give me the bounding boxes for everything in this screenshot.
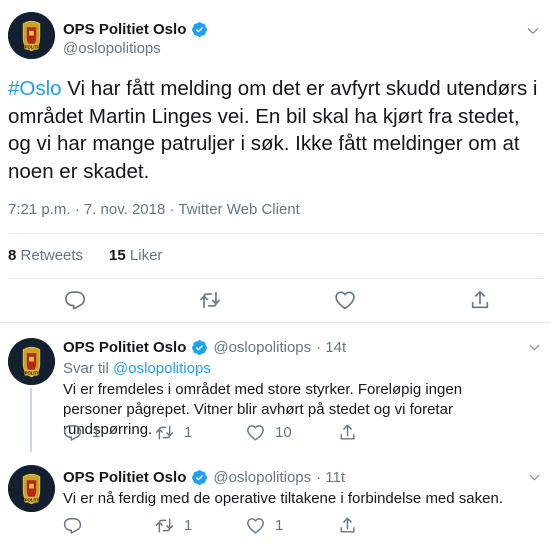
reply-time[interactable]: · 11t [316, 469, 345, 486]
reply-avatar[interactable] [8, 338, 55, 385]
reply-count: 1 [92, 424, 101, 441]
share-icon [469, 289, 491, 311]
display-name[interactable]: OPS Politiet Oslo [63, 21, 186, 38]
main-tweet-handle[interactable]: @oslopolitiops [63, 40, 161, 57]
reply-retweet-button[interactable]: 1 [155, 516, 192, 535]
replying-to-link[interactable]: @oslopolitiops [113, 360, 211, 377]
police-badge-logo [8, 338, 55, 385]
main-like-button[interactable] [334, 289, 356, 311]
main-tweet-author[interactable]: OPS Politiet Oslo [63, 21, 208, 38]
reply-time[interactable]: · 14t [316, 339, 346, 356]
main-tweet-avatar[interactable] [8, 12, 55, 59]
verified-badge-icon [191, 469, 208, 486]
reply-icon [64, 289, 86, 311]
thread-connector [30, 388, 32, 452]
police-badge-logo [8, 465, 55, 512]
main-tweet-text: #Oslo Vi har fått melding om det er avfy… [8, 75, 538, 185]
heart-icon [334, 289, 356, 311]
reply-avatar[interactable] [8, 465, 55, 512]
retweet-count: 1 [184, 517, 193, 534]
chevron-down-icon[interactable] [526, 24, 540, 43]
display-name[interactable]: OPS Politiet Oslo [63, 339, 186, 356]
retweet-icon [199, 289, 221, 311]
divider [8, 233, 543, 234]
main-reply-button[interactable] [64, 289, 86, 311]
main-retweet-button[interactable] [199, 289, 221, 311]
heart-icon [246, 423, 265, 442]
reply-retweet-button[interactable]: 1 [155, 423, 192, 442]
reply-share-button[interactable] [338, 516, 357, 535]
divider [8, 278, 543, 279]
share-icon [338, 516, 357, 535]
reply-like-button[interactable]: 10 [246, 423, 292, 442]
reply-share-button[interactable] [338, 423, 357, 442]
reply-handle[interactable]: @oslopolitiops [213, 469, 311, 486]
engagement-stats: 8 Retweets 15 Liker [8, 247, 162, 264]
chevron-down-icon[interactable] [528, 341, 541, 359]
verified-badge-icon [191, 339, 208, 356]
retweet-count: 1 [184, 424, 193, 441]
main-share-button[interactable] [469, 289, 491, 311]
likes-stat[interactable]: 15 Liker [109, 247, 162, 264]
share-icon [338, 423, 357, 442]
display-name[interactable]: OPS Politiet Oslo [63, 469, 186, 486]
replying-to: Svar til @oslopolitiops [63, 360, 211, 377]
chevron-down-icon[interactable] [528, 471, 541, 489]
reply-icon [63, 423, 82, 442]
reply-author[interactable]: OPS Politiet Oslo @oslopolitiops · 14t [63, 339, 346, 356]
main-tweet-timestamp[interactable]: 7:21 p.m. · 7. nov. 2018 · Twitter Web C… [8, 201, 300, 218]
reply-author[interactable]: OPS Politiet Oslo @oslopolitiops · 11t [63, 469, 345, 486]
retweets-stat[interactable]: 8 Retweets [8, 247, 83, 264]
main-tweet-body: Vi har fått melding om det er avfyrt sku… [8, 77, 538, 183]
like-count: 1 [275, 517, 284, 534]
hashtag-link[interactable]: #Oslo [8, 77, 62, 100]
divider [0, 322, 551, 323]
reply-icon [63, 516, 82, 535]
heart-icon [246, 516, 265, 535]
retweet-icon [155, 423, 174, 442]
verified-badge-icon [191, 21, 208, 38]
retweet-icon [155, 516, 174, 535]
reply-handle[interactable]: @oslopolitiops [213, 339, 311, 356]
reply-reply-button[interactable] [63, 516, 92, 535]
reply-reply-button[interactable]: 1 [63, 423, 100, 442]
like-count: 10 [275, 424, 292, 441]
reply-text: Vi er nå ferdig med de operative tiltake… [63, 490, 503, 507]
police-badge-logo [8, 12, 55, 59]
reply-like-button[interactable]: 1 [246, 516, 283, 535]
